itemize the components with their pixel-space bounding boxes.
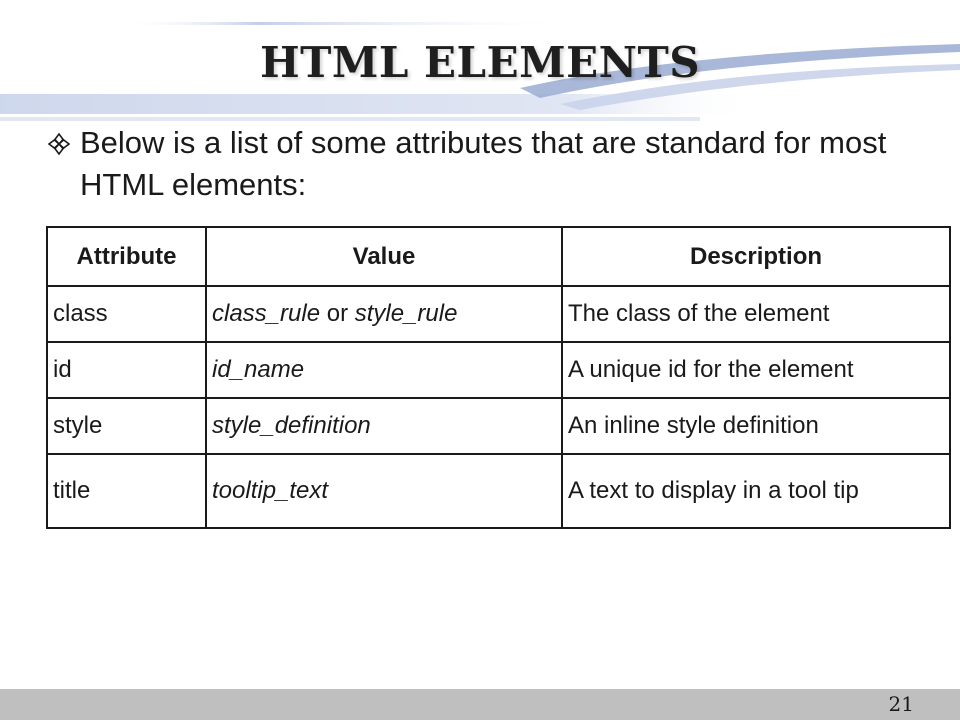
cell-attribute: class bbox=[46, 285, 207, 343]
value-part: id_name bbox=[212, 356, 305, 383]
page-number: 21 bbox=[888, 692, 914, 716]
cell-attribute: style bbox=[46, 397, 207, 455]
table-row: class class_rule or style_rule The class… bbox=[46, 285, 951, 343]
header-description: Description bbox=[561, 226, 951, 287]
cell-value: class_rule or style_rule bbox=[205, 285, 563, 343]
cell-value: style_definition bbox=[205, 397, 563, 455]
cell-attribute: title bbox=[46, 453, 207, 529]
cell-description: A unique id for the element bbox=[561, 341, 951, 399]
table-header-row: Attribute Value Description bbox=[46, 226, 951, 287]
value-connector: or bbox=[320, 300, 355, 327]
bullet-text: Below is a list of some attributes that … bbox=[80, 125, 887, 202]
cell-description: An inline style definition bbox=[561, 397, 951, 455]
cell-value: id_name bbox=[205, 341, 563, 399]
value-part: class_rule bbox=[212, 300, 321, 327]
bullet-point: Below is a list of some attributes that … bbox=[48, 122, 928, 206]
table-row: title tooltip_text A text to display in … bbox=[46, 453, 951, 529]
attributes-table: Attribute Value Description class class_… bbox=[46, 226, 951, 529]
cell-description: The class of the element bbox=[561, 285, 951, 343]
header-value: Value bbox=[205, 226, 563, 287]
banner-top-line bbox=[120, 22, 580, 25]
cell-value: tooltip_text bbox=[205, 453, 563, 529]
cell-description: A text to display in a tool tip bbox=[561, 453, 951, 529]
table-row: style style_definition An inline style d… bbox=[46, 397, 951, 455]
value-part: style_rule bbox=[354, 300, 458, 327]
table-row: id id_name A unique id for the element bbox=[46, 341, 951, 399]
slide-title: HTML ELEMENTS bbox=[259, 38, 701, 87]
footer-bar: 21 bbox=[0, 689, 960, 720]
banner-thin-band bbox=[0, 117, 700, 121]
value-part: tooltip_text bbox=[212, 477, 329, 504]
cell-attribute: id bbox=[46, 341, 207, 399]
four-diamond-bullet-icon bbox=[48, 133, 70, 155]
header-attribute: Attribute bbox=[46, 226, 207, 287]
value-part: style_definition bbox=[212, 412, 371, 439]
